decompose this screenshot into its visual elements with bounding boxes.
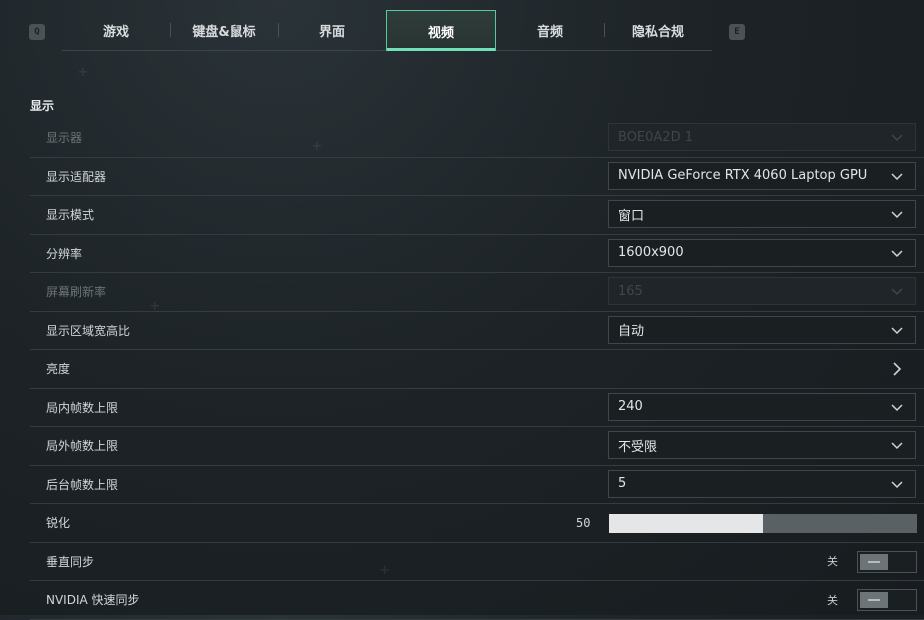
ingame-fps-limit-dropdown[interactable]: 240 bbox=[608, 392, 916, 421]
chevron-down-icon bbox=[891, 480, 903, 488]
tab-privacy[interactable]: 隐私合规 bbox=[604, 10, 712, 50]
dropdown-value: 自动 bbox=[618, 324, 645, 339]
toggle-state-label: 关 bbox=[827, 593, 838, 607]
next-tab-key-hint[interactable]: E bbox=[729, 24, 745, 40]
chevron-right-icon[interactable] bbox=[892, 362, 902, 376]
setting-row-sharpening: 锐化 50 bbox=[30, 504, 924, 543]
aspect-ratio-dropdown[interactable]: 自动 bbox=[608, 315, 916, 344]
setting-label: 显示适配器 bbox=[46, 169, 107, 184]
chevron-down-icon bbox=[891, 403, 903, 411]
vsync-toggle[interactable] bbox=[857, 550, 917, 573]
chevron-down-icon bbox=[891, 211, 903, 219]
prev-tab-key-hint[interactable]: Q bbox=[29, 24, 45, 40]
toggle-knob bbox=[860, 592, 888, 608]
setting-row-aspect-ratio: 显示区域宽高比 自动 bbox=[30, 312, 924, 350]
chevron-down-icon bbox=[891, 134, 903, 142]
setting-row-display-mode: 显示模式 窗口 bbox=[30, 196, 924, 235]
setting-row-background-fps-limit: 后台帧数上限 5 bbox=[30, 466, 924, 504]
setting-label: 局内帧数上限 bbox=[46, 400, 119, 415]
tab-keyboard-mouse[interactable]: 键盘&鼠标 bbox=[170, 10, 278, 50]
tab-video[interactable]: 视频 bbox=[386, 10, 496, 51]
dropdown-value: BOE0A2D 1 bbox=[618, 129, 693, 145]
dropdown-value: 240 bbox=[618, 399, 643, 414]
setting-row-refresh-rate: 屏幕刷新率 165 bbox=[30, 273, 924, 312]
dropdown-value: 窗口 bbox=[618, 208, 645, 224]
settings-list: 显示器 BOE0A2D 1 显示适配器 NVIDIA GeForce RTX 4… bbox=[30, 119, 924, 620]
slider-fill bbox=[609, 514, 763, 533]
chevron-down-icon bbox=[891, 326, 903, 334]
setting-row-resolution: 分辨率 1600x900 bbox=[30, 235, 924, 273]
setting-row-display-adapter: 显示适配器 NVIDIA GeForce RTX 4060 Laptop GPU bbox=[30, 158, 924, 196]
background-fps-limit-dropdown[interactable]: 5 bbox=[608, 469, 916, 498]
menu-fps-limit-dropdown[interactable]: 不受限 bbox=[608, 431, 916, 459]
setting-row-brightness[interactable]: 亮度 bbox=[30, 350, 924, 389]
setting-label: 垂直同步 bbox=[46, 554, 95, 569]
resolution-dropdown[interactable]: 1600x900 bbox=[608, 238, 916, 267]
sharpening-slider[interactable] bbox=[609, 514, 917, 533]
setting-label: 显示模式 bbox=[46, 208, 95, 223]
setting-label: 显示器 bbox=[46, 131, 83, 146]
tab-audio[interactable]: 音频 bbox=[496, 10, 604, 50]
setting-label: NVIDIA 快速同步 bbox=[46, 593, 140, 608]
chevron-down-icon bbox=[891, 288, 903, 296]
section-title-display: 显示 bbox=[30, 99, 55, 113]
dropdown-value: 不受限 bbox=[618, 439, 658, 455]
setting-row-menu-fps-limit: 局外帧数上限 不受限 bbox=[30, 427, 924, 466]
setting-label: 锐化 bbox=[46, 516, 71, 531]
setting-label: 分辨率 bbox=[46, 246, 83, 261]
nvidia-fast-sync-toggle[interactable] bbox=[857, 589, 917, 611]
setting-label: 局外帧数上限 bbox=[46, 439, 119, 454]
background-decoration: + bbox=[78, 62, 88, 81]
sharpening-value: 50 bbox=[576, 515, 591, 530]
setting-row-monitor: 显示器 BOE0A2D 1 bbox=[30, 119, 924, 158]
toggle-state-label: 关 bbox=[827, 555, 838, 569]
setting-row-ingame-fps-limit: 局内帧数上限 240 bbox=[30, 389, 924, 427]
setting-label: 亮度 bbox=[46, 362, 71, 377]
tab-interface[interactable]: 界面 bbox=[278, 10, 386, 50]
dropdown-value: 1600x900 bbox=[618, 245, 684, 260]
tab-list: 游戏 键盘&鼠标 界面 视频 音频 隐私合规 bbox=[62, 10, 712, 51]
dropdown-value: 5 bbox=[618, 476, 627, 491]
display-mode-dropdown[interactable]: 窗口 bbox=[608, 200, 916, 228]
display-adapter-dropdown[interactable]: NVIDIA GeForce RTX 4060 Laptop GPU bbox=[608, 161, 916, 190]
setting-row-nvidia-fast-sync: NVIDIA 快速同步 关 bbox=[30, 581, 924, 620]
setting-label: 后台帧数上限 bbox=[46, 477, 119, 492]
chevron-down-icon bbox=[891, 442, 903, 450]
setting-label: 屏幕刷新率 bbox=[46, 285, 107, 300]
dropdown-value: 165 bbox=[618, 283, 643, 299]
chevron-down-icon bbox=[891, 172, 903, 180]
tab-game[interactable]: 游戏 bbox=[62, 10, 170, 50]
monitor-dropdown: BOE0A2D 1 bbox=[608, 123, 916, 151]
setting-label: 显示区域宽高比 bbox=[46, 323, 131, 338]
toggle-knob bbox=[860, 553, 888, 570]
settings-tab-bar: Q 游戏 键盘&鼠标 界面 视频 音频 隐私合规 E bbox=[0, 10, 924, 51]
dropdown-value: NVIDIA GeForce RTX 4060 Laptop GPU bbox=[618, 168, 868, 183]
refresh-rate-dropdown: 165 bbox=[608, 277, 916, 305]
setting-row-vsync: 垂直同步 关 bbox=[30, 543, 924, 581]
chevron-down-icon bbox=[891, 249, 903, 257]
